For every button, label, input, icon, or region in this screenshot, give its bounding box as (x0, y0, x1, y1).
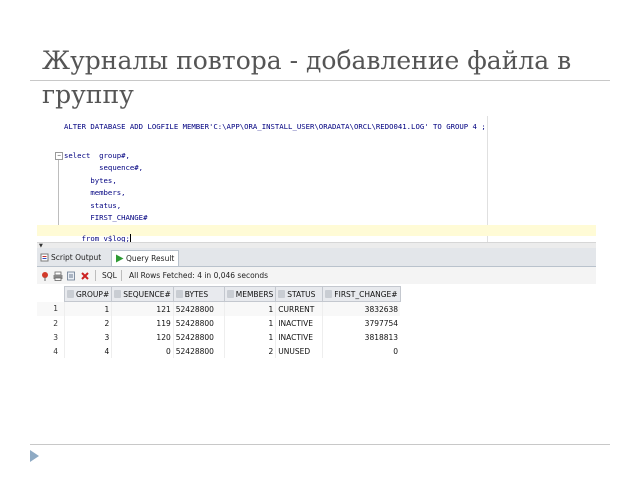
column-header-members[interactable]: MEMBERS (223, 286, 277, 302)
cell-sequence[interactable]: 121 (111, 301, 174, 316)
cell-sequence[interactable]: 0 (111, 344, 174, 358)
cell-status[interactable]: INACTIVE (275, 330, 323, 344)
result-grid[interactable]: GROUP# SEQUENCE# BYTES MEMBERS STATUS FI… (37, 286, 401, 358)
toolbar-separator (95, 270, 96, 281)
output-tabs: Script Output Query Result (37, 248, 596, 267)
column-type-icon (325, 289, 333, 298)
code-line-status[interactable]: status, (64, 201, 121, 210)
cell-bytes[interactable]: 52428800 (172, 330, 225, 344)
row-number: 3 (53, 332, 58, 342)
sql-button[interactable]: SQL (102, 267, 117, 284)
cell-status[interactable]: CURRENT (275, 301, 323, 316)
code-line-select[interactable]: select group#, (64, 151, 130, 160)
script-icon (40, 252, 49, 267)
toolbar-separator (121, 270, 122, 281)
title-divider (30, 80, 610, 81)
column-header-group[interactable]: GROUP# (63, 286, 113, 302)
fold-guide-line (58, 160, 59, 232)
pin-icon[interactable] (40, 270, 50, 281)
cell-group[interactable]: 1 (63, 301, 112, 316)
sql-editor[interactable]: ALTER DATABASE ADD LOGFILE MEMBER'C:\APP… (37, 116, 596, 243)
code-line-first-change[interactable]: FIRST_CHANGE# (64, 213, 147, 222)
row-number: 2 (53, 318, 58, 328)
slide-title-line-2: группу (42, 80, 134, 109)
cell-members[interactable]: 2 (223, 344, 276, 358)
result-toolbar: SQL All Rows Fetched: 4 in 0,046 seconds (37, 267, 596, 284)
column-header-status[interactable]: STATUS (275, 286, 324, 302)
code-line-alter[interactable]: ALTER DATABASE ADD LOGFILE MEMBER'C:\APP… (64, 122, 486, 131)
code-line-bytes[interactable]: bytes, (64, 176, 116, 185)
cell-first-change[interactable]: 3797754 (322, 316, 401, 330)
slide-title-line-1: Журналы повтора - добавление файла в (42, 46, 572, 75)
delete-icon[interactable] (80, 270, 90, 280)
row-number: 1 (37, 301, 65, 316)
table-row[interactable]: 2 2 119 52428800 1 INACTIVE 3797754 (37, 316, 401, 330)
slide-title: Журналы повтора - добавление файла в гру… (42, 44, 602, 112)
cell-members[interactable]: 1 (223, 301, 276, 316)
cell-bytes[interactable]: 52428800 (172, 316, 225, 330)
tab-query-result-label: Query Result (126, 254, 175, 263)
column-type-icon (226, 289, 234, 298)
grid-header-row: GROUP# SEQUENCE# BYTES MEMBERS STATUS FI… (37, 286, 401, 302)
column-type-icon (175, 289, 183, 298)
play-icon (115, 253, 124, 268)
cell-group[interactable]: 4 (63, 344, 112, 358)
tab-script-output[interactable]: Script Output (37, 250, 105, 265)
column-type-icon (114, 289, 122, 298)
editor-right-margin-line (487, 116, 488, 242)
cell-first-change[interactable]: 0 (322, 344, 401, 358)
cell-status[interactable]: UNUSED (275, 344, 323, 358)
column-type-icon (67, 289, 74, 298)
cell-group[interactable]: 2 (63, 316, 112, 330)
cell-sequence[interactable]: 120 (111, 330, 174, 344)
code-line-members[interactable]: members, (64, 188, 125, 197)
cell-status[interactable]: INACTIVE (275, 316, 323, 330)
fetch-status: All Rows Fetched: 4 in 0,046 seconds (129, 271, 269, 280)
print-icon[interactable] (53, 270, 63, 281)
tab-script-output-label: Script Output (51, 253, 102, 262)
tab-query-result[interactable]: Query Result (111, 250, 180, 268)
row-number-header (37, 286, 65, 302)
column-type-icon (278, 289, 286, 298)
bullet-arrow-icon (30, 450, 39, 462)
table-row[interactable]: 4 4 0 52428800 2 UNUSED 0 (37, 344, 401, 358)
cell-bytes[interactable]: 52428800 (172, 301, 225, 316)
cell-members[interactable]: 1 (223, 330, 276, 344)
cell-members[interactable]: 1 (223, 316, 276, 330)
cell-bytes[interactable]: 52428800 (172, 344, 225, 358)
current-line-highlight[interactable]: from v$log; (37, 225, 596, 243)
code-line-sequence[interactable]: sequence#, (64, 163, 143, 172)
cell-group[interactable]: 3 (63, 330, 112, 344)
export-icon[interactable] (67, 270, 77, 281)
table-row[interactable]: 3 3 120 52428800 1 INACTIVE 3818813 (37, 330, 401, 344)
cell-first-change[interactable]: 3818813 (322, 330, 401, 344)
cell-sequence[interactable]: 119 (111, 316, 174, 330)
column-header-first-change[interactable]: FIRST_CHANGE# (322, 286, 401, 302)
column-header-sequence[interactable]: SEQUENCE# (111, 286, 174, 302)
column-header-bytes[interactable]: BYTES (172, 286, 225, 302)
fold-collapse-icon[interactable]: − (55, 152, 63, 160)
row-number: 4 (53, 346, 58, 356)
cell-first-change[interactable]: 3832638 (322, 301, 401, 316)
footer-divider (30, 444, 610, 445)
table-row[interactable]: 1 1 121 52428800 1 CURRENT 3832638 (37, 301, 401, 316)
